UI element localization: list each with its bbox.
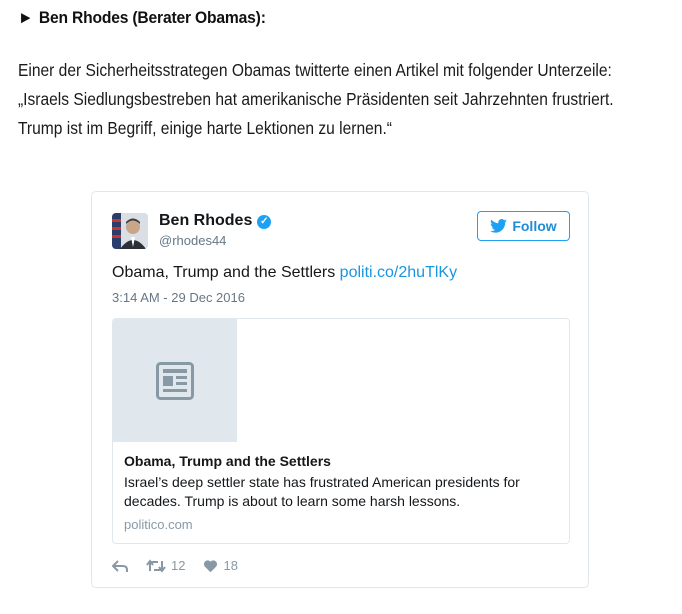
tweet-actions: 12 18 [112,558,256,573]
tweet-timestamp[interactable]: 3:14 AM - 29 Dec 2016 [112,290,245,305]
follow-button[interactable]: Follow [477,211,570,241]
tweet-text: Obama, Trump and the Settlers politi.co/… [112,264,457,282]
card-body: Obama, Trump and the Settlers Israel’s d… [124,453,554,532]
intro-line: Einer der Sicherheitsstrategen Obamas tw… [18,60,612,80]
retweet-button[interactable]: 12 [146,558,185,573]
retweet-icon [146,558,166,573]
heart-icon [204,559,218,572]
author-handle[interactable]: @rhodes44 [159,233,226,248]
like-button[interactable]: 18 [203,558,238,573]
section-heading: ► Ben Rhodes (Berater Obamas): [18,8,266,28]
embedded-tweet: Ben Rhodes ✓ @rhodes44 Follow Obama, Trum… [91,191,589,588]
card-description: Israel’s deep settler state has frustrat… [124,474,520,509]
tweet-text-body: Obama, Trump and the Settlers [112,264,336,281]
section-heading-text: Ben Rhodes (Berater Obamas): [38,8,266,27]
card-title: Obama, Trump and the Settlers [124,453,331,469]
twitter-bird-icon [490,219,508,233]
reply-icon [112,559,128,572]
author-name-text[interactable]: Ben Rhodes [159,212,252,229]
article-icon [156,361,194,400]
author-name[interactable]: Ben Rhodes ✓ [159,212,272,230]
avatar[interactable] [112,213,148,249]
link-preview-card[interactable]: Obama, Trump and the Settlers Israel’s d… [112,318,570,544]
card-domain: politico.com [124,517,193,532]
like-count: 18 [223,558,238,573]
follow-button-label[interactable]: Follow [512,218,556,234]
retweet-count: 12 [171,558,186,573]
intro-line: „Israels Siedlungsbestreben hat amerikan… [18,89,614,109]
intro-line: Trump ist im Begriff, einige harte Lekti… [18,118,392,138]
intro-paragraph: Einer der Sicherheitsstrategen Obamas tw… [18,56,641,143]
arrow-marker-icon: ► [18,8,34,27]
tweet-link[interactable]: politi.co/2huTlKy [340,264,457,281]
avatar-portrait-icon [112,213,148,249]
reply-button[interactable] [112,559,128,573]
card-thumbnail [113,319,237,442]
verified-badge-icon: ✓ [257,215,272,229]
